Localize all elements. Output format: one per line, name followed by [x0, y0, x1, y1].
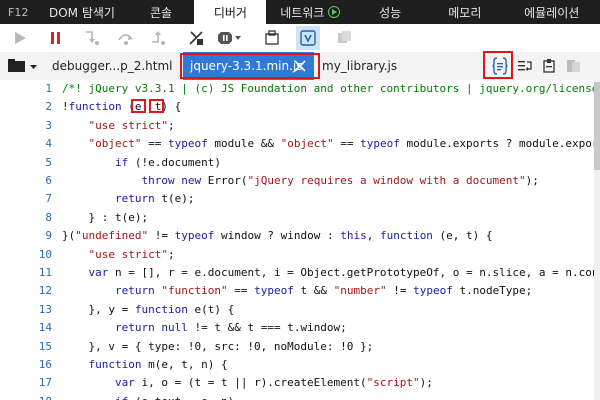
- line-number[interactable]: 7: [0, 192, 52, 205]
- tab-emulation[interactable]: 에뮬레이션: [503, 0, 600, 24]
- line-number[interactable]: 6: [0, 174, 52, 187]
- code-line[interactable]: function m(e, t, n) {: [62, 358, 228, 371]
- break-on-new-worker-button[interactable]: [184, 26, 208, 50]
- tab-network[interactable]: 네트워크: [266, 0, 354, 24]
- word-wrap-icon: [518, 61, 532, 71]
- file-tab-jquery[interactable]: jquery-3.3.1.min.js: [183, 52, 314, 80]
- library-icon: [338, 31, 351, 43]
- line-number[interactable]: 2: [0, 100, 52, 113]
- source-map-toggle-button[interactable]: [562, 52, 584, 80]
- file-tab-debugger[interactable]: debugger...p_2.html: [48, 52, 180, 80]
- continue-icon: [15, 32, 26, 44]
- break-icon: [51, 32, 60, 44]
- just-my-code-icon: [265, 30, 279, 45]
- folder-icon: [8, 59, 37, 72]
- line-number[interactable]: 4: [0, 137, 52, 150]
- tab-memory[interactable]: 메모리: [426, 0, 503, 24]
- exception-behavior-icon: [218, 32, 241, 44]
- tab-label: 네트워크: [280, 5, 325, 20]
- continue-button[interactable]: [8, 26, 32, 50]
- tab-console[interactable]: 콘솔: [128, 0, 195, 24]
- step-out-button[interactable]: [146, 26, 170, 50]
- code-line[interactable]: return "function" == typeof t && "number…: [62, 284, 532, 297]
- close-tab-icon[interactable]: [294, 60, 306, 72]
- break-on-new-worker-icon: [189, 31, 203, 45]
- code-line[interactable]: !function (e, t) {: [62, 100, 181, 113]
- line-number[interactable]: 12: [0, 284, 52, 297]
- code-line[interactable]: /*! jQuery v3.3.1 | (c) JS Foundation an…: [62, 82, 598, 95]
- step-into-button[interactable]: [80, 26, 104, 50]
- library-icon: [543, 59, 555, 73]
- debugger-toolbar: [0, 24, 600, 53]
- code-line[interactable]: } : t(e);: [62, 211, 148, 224]
- library-code-button[interactable]: [538, 52, 560, 80]
- settings-button[interactable]: [332, 26, 356, 50]
- step-out-icon: [152, 31, 165, 45]
- line-number[interactable]: 8: [0, 211, 52, 224]
- break-button[interactable]: [44, 26, 68, 50]
- step-over-button[interactable]: [114, 26, 138, 50]
- line-number[interactable]: 11: [0, 266, 52, 279]
- line-number[interactable]: 17: [0, 376, 52, 389]
- code-line[interactable]: var n = [], r = e.document, i = Object.g…: [62, 266, 600, 279]
- tab-performance[interactable]: 성능: [354, 0, 426, 24]
- pretty-print-icon: [492, 57, 508, 75]
- code-editor[interactable]: 123456789101112131415161718 /*! jQuery v…: [0, 80, 600, 400]
- open-document-button[interactable]: [0, 52, 44, 80]
- code-line[interactable]: return null != t && t === t.window;: [62, 321, 347, 334]
- source-map-icon: [300, 30, 316, 46]
- line-number[interactable]: 14: [0, 321, 52, 334]
- code-line[interactable]: return t(e);: [62, 192, 195, 205]
- step-into-icon: [86, 31, 99, 45]
- tab-f12[interactable]: F12: [0, 0, 36, 24]
- exception-behavior-button[interactable]: [216, 26, 244, 50]
- code-line[interactable]: }("undefined" != typeof window ? window …: [62, 229, 493, 242]
- file-tab-label: debugger...p_2.html: [52, 59, 173, 73]
- line-number[interactable]: 15: [0, 340, 52, 353]
- line-number[interactable]: 5: [0, 156, 52, 169]
- file-tabs-bar: debugger...p_2.html jquery-3.3.1.min.js …: [0, 52, 600, 81]
- line-number[interactable]: 3: [0, 119, 52, 132]
- code-line[interactable]: }, y = function e(t) {: [62, 303, 234, 316]
- line-number[interactable]: 18: [0, 395, 52, 400]
- code-line[interactable]: var i, o = (t = t || r).createElement("s…: [62, 376, 433, 389]
- word-wrap-button[interactable]: [514, 52, 536, 80]
- tab-debugger[interactable]: 디버거: [194, 0, 267, 24]
- devtools-tab-bar: F12 DOM 탐색기 콘솔 디버거 네트워크 성능 메모리 에뮬레이션: [0, 0, 600, 24]
- code-line[interactable]: }, v = { type: !0, src: !0, noModule: !0…: [62, 340, 373, 353]
- tab-label: F12: [8, 5, 29, 19]
- line-number[interactable]: 16: [0, 358, 52, 371]
- pretty-print-button[interactable]: [488, 52, 512, 80]
- source-map-button[interactable]: [296, 26, 320, 50]
- tab-dom-explorer[interactable]: DOM 탐색기: [36, 0, 127, 24]
- code-line[interactable]: throw new Error("jQuery requires a windo…: [62, 174, 538, 187]
- record-play-icon: [328, 6, 341, 18]
- line-number[interactable]: 9: [0, 229, 52, 242]
- tab-label: 디버거: [213, 5, 247, 20]
- tab-label: 콘솔: [149, 5, 173, 20]
- code-line[interactable]: if (o.text = e, n): [62, 395, 234, 400]
- tab-label: 에뮬레이션: [524, 5, 580, 20]
- tab-label: 성능: [379, 5, 402, 20]
- step-over-icon: [118, 34, 133, 45]
- tab-label: DOM 탐색기: [48, 5, 115, 20]
- code-line[interactable]: "use strict";: [62, 119, 175, 132]
- tab-label: 메모리: [448, 5, 482, 20]
- code-line[interactable]: "object" == typeof module && "object" ==…: [62, 137, 600, 150]
- source-map-toggle-icon: [567, 60, 580, 72]
- code-line[interactable]: if (!e.document): [62, 156, 221, 169]
- scrollbar-thumb[interactable]: [594, 82, 600, 170]
- line-number[interactable]: 13: [0, 303, 52, 316]
- code-line[interactable]: "use strict";: [62, 248, 175, 261]
- file-tab-label: my_library.js: [322, 59, 398, 73]
- file-tab-label: jquery-3.3.1.min.js: [190, 59, 303, 73]
- line-number[interactable]: 1: [0, 82, 52, 95]
- just-my-code-button[interactable]: [260, 26, 284, 50]
- line-number[interactable]: 10: [0, 248, 52, 261]
- file-tab-my-library[interactable]: my_library.js: [322, 52, 442, 80]
